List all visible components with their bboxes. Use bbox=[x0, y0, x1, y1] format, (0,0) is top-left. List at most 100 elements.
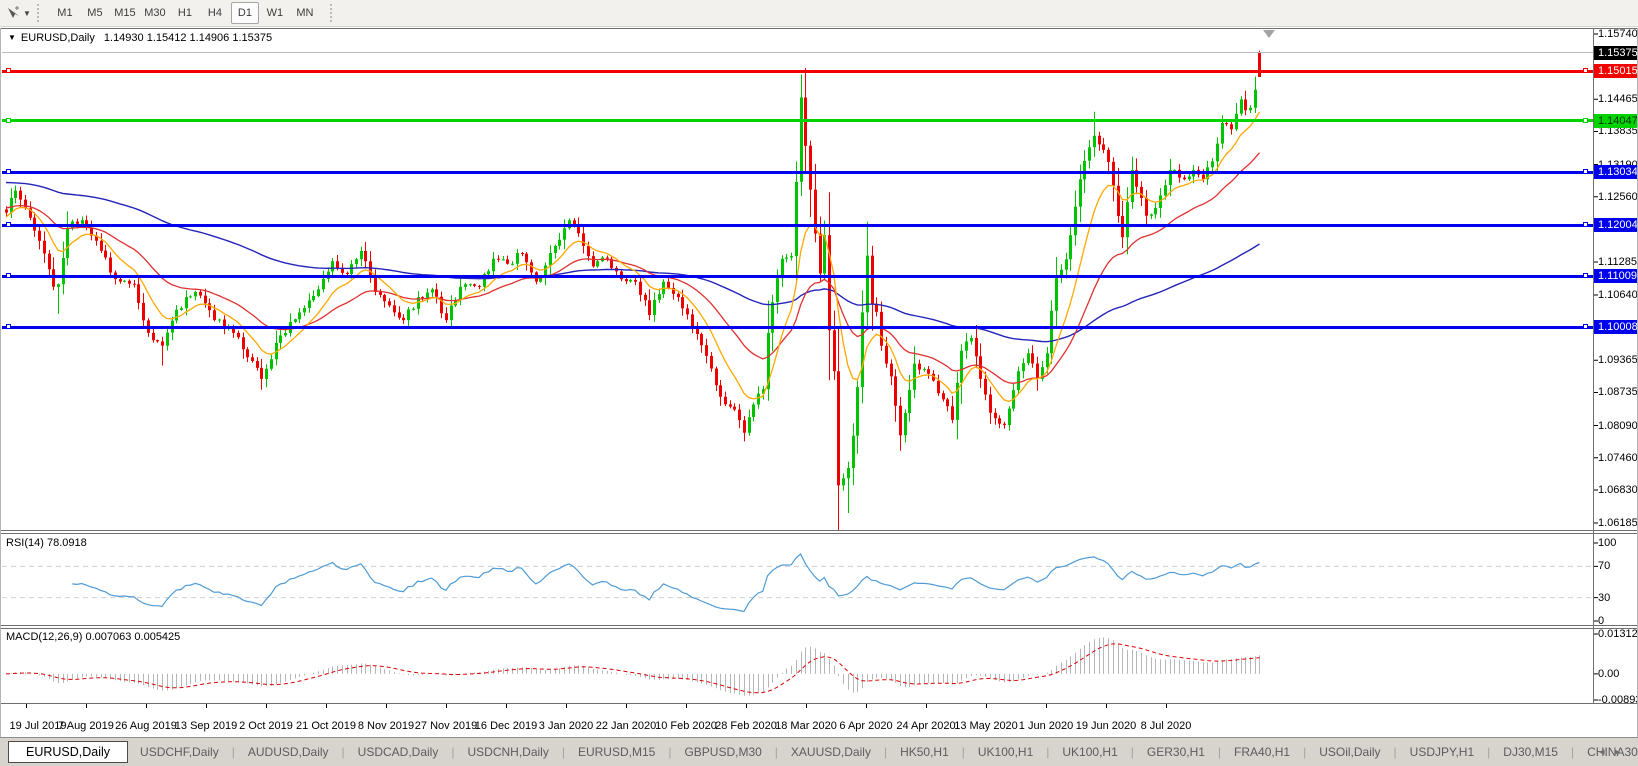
date-axis-label: 7 Aug 2019 bbox=[58, 720, 114, 732]
macd-panel-top-border bbox=[0, 628, 1638, 629]
chart-tab-eurusd-daily[interactable]: EURUSD,Daily bbox=[8, 741, 129, 763]
price-axis-label: 1.06185 bbox=[1598, 517, 1638, 529]
chart-tab-usdchf-daily[interactable]: USDCHF,Daily bbox=[128, 742, 231, 762]
date-axis-label: 13 Sep 2019 bbox=[174, 720, 238, 732]
collapse-indicator-icon[interactable]: ▼ bbox=[8, 33, 16, 42]
chart-symbol-label: EURUSD,Daily bbox=[20, 32, 95, 44]
hline-right-handle[interactable] bbox=[1583, 169, 1588, 175]
chart-top-border bbox=[0, 28, 1638, 29]
horizontal-line-1.12004[interactable] bbox=[2, 223, 1593, 227]
price-axis-label: 1.08090 bbox=[1598, 419, 1638, 432]
date-axis-label: 24 Apr 2020 bbox=[896, 720, 956, 732]
price-axis-label: 1.15740 bbox=[1598, 28, 1638, 40]
price-axis-label: 1.14465 bbox=[1598, 93, 1638, 106]
date-axis-label: 21 Oct 2019 bbox=[296, 720, 356, 732]
chart-tab-hk50-h1[interactable]: HK50,H1 bbox=[888, 742, 961, 762]
chart-tab-dj30-m15[interactable]: DJ30,M15 bbox=[1491, 742, 1570, 762]
price-level-badge: 1.12004 bbox=[1594, 218, 1638, 233]
date-axis-label: 26 Aug 2019 bbox=[115, 720, 177, 732]
bull-candle-wicks bbox=[11, 74, 1256, 513]
date-axis-label: 10 Feb 2020 bbox=[655, 720, 717, 732]
chart-tab-usdcad-daily[interactable]: USDCAD,Daily bbox=[346, 742, 451, 762]
price-level-badge: 1.14047 bbox=[1594, 113, 1638, 128]
date-axis-label: 18 Mar 2020 bbox=[775, 720, 837, 732]
price-level-badge: 1.13034 bbox=[1594, 165, 1638, 180]
horizontal-line-1.10008[interactable] bbox=[2, 325, 1593, 329]
bid-price-badge: 1.15375 bbox=[1594, 45, 1638, 60]
date-axis-label: 3 Jan 2020 bbox=[538, 720, 594, 732]
chart-tab-xauusd-daily[interactable]: XAUUSD,Daily bbox=[779, 742, 883, 762]
chart-tab-usdjpy-h1[interactable]: USDJPY,H1 bbox=[1398, 742, 1486, 762]
price-axis-label: 1.09365 bbox=[1598, 354, 1638, 367]
chart-tab-audusd-daily[interactable]: AUDUSD,Daily bbox=[236, 742, 341, 762]
price-axis-label: 1.06830 bbox=[1598, 483, 1638, 496]
date-axis-label: 28 Feb 2020 bbox=[715, 720, 777, 732]
chart-title: ▼ EURUSD,Daily 1.14930 1.15412 1.14906 1.1… bbox=[8, 32, 272, 44]
date-axis-label: 19 Jun 2020 bbox=[1075, 720, 1137, 732]
macd-axis-label: 0.00 bbox=[1598, 667, 1620, 680]
date-axis-label: 8 Jul 2020 bbox=[1140, 720, 1192, 732]
chart-tab-eurusd-m15[interactable]: EURUSD,M15 bbox=[566, 742, 667, 762]
price-axis-label: 1.10640 bbox=[1598, 289, 1638, 301]
hline-left-handle[interactable] bbox=[6, 68, 11, 74]
main-rsi-separator[interactable] bbox=[0, 530, 1638, 531]
price-chart-canvas[interactable] bbox=[0, 0, 1638, 766]
price-axis-label: 1.12560 bbox=[1598, 190, 1638, 203]
hline-left-handle[interactable] bbox=[6, 117, 11, 123]
macd-axis-label: 0.013121 bbox=[1598, 628, 1638, 640]
rsi-macd-separator[interactable] bbox=[0, 625, 1638, 626]
horizontal-line-1.15015[interactable] bbox=[2, 69, 1593, 73]
chart-ohlc-values: 1.14930 1.15412 1.14906 1.15375 bbox=[103, 32, 273, 44]
window-left-border bbox=[0, 28, 1, 737]
chart-tab-fra40-h1[interactable]: FRA40,H1 bbox=[1222, 742, 1302, 762]
hline-left-handle[interactable] bbox=[6, 324, 11, 330]
chart-tab-usoil-daily[interactable]: USOil,Daily bbox=[1307, 742, 1392, 762]
tab-scroll-right-icon[interactable]: ▸ bbox=[1614, 746, 1630, 758]
bid-price-line bbox=[2, 52, 1593, 54]
price-level-badge: 1.15015 bbox=[1594, 64, 1638, 79]
hline-left-handle[interactable] bbox=[6, 222, 11, 228]
date-axis-label: 16 Dec 2019 bbox=[474, 720, 538, 732]
hline-right-handle[interactable] bbox=[1583, 324, 1588, 330]
date-axis-label: 1 Jun 2020 bbox=[1018, 720, 1074, 732]
chart-tab-bar: EURUSD,Daily USDCHF,Daily | AUDUSD,Daily | US… bbox=[0, 737, 1638, 766]
chart-shift-marker-icon[interactable] bbox=[1263, 30, 1275, 38]
rsi-axis-label: 30 bbox=[1598, 591, 1611, 604]
date-axis-label: 27 Nov 2019 bbox=[414, 720, 478, 732]
price-axis-label: 1.08735 bbox=[1598, 386, 1638, 399]
chart-tab-gbpusd-m30[interactable]: GBPUSD,M30 bbox=[672, 742, 773, 762]
rsi-panel-top-border bbox=[0, 533, 1638, 534]
price-level-badge: 1.11009 bbox=[1594, 269, 1638, 284]
rsi-axis-label: 70 bbox=[1598, 560, 1611, 573]
hline-right-handle[interactable] bbox=[1583, 68, 1588, 74]
hline-left-handle[interactable] bbox=[6, 169, 11, 175]
horizontal-line-1.14047[interactable] bbox=[2, 119, 1593, 123]
chart-tab-uk100-h1[interactable]: UK100,H1 bbox=[966, 742, 1045, 762]
price-axis-label: 1.07460 bbox=[1598, 451, 1638, 464]
chart-tab-uk100-h1[interactable]: UK100,H1 bbox=[1050, 742, 1129, 762]
horizontal-line-1.13034[interactable] bbox=[2, 170, 1593, 174]
hline-right-handle[interactable] bbox=[1583, 117, 1588, 123]
rsi-line bbox=[72, 553, 1260, 613]
ma-mid-line bbox=[5, 152, 1260, 384]
bear-candle-bodies bbox=[5, 52, 1261, 486]
date-axis-label: 22 Jan 2020 bbox=[595, 720, 657, 732]
date-axis-label: 13 May 2020 bbox=[954, 720, 1018, 732]
ma-slow-line bbox=[5, 181, 1260, 343]
macd-signal-line bbox=[5, 643, 1260, 694]
bull-candle-bodies bbox=[10, 89, 1257, 486]
macd-indicator-label: MACD(12,26,9) 0.007063 0.005425 bbox=[6, 631, 181, 643]
date-axis-label: 8 Nov 2019 bbox=[357, 720, 415, 732]
macd-histogram bbox=[11, 637, 1260, 696]
rsi-level-lines bbox=[2, 565, 1593, 599]
mt4-window: ▼ M1 M5 M15 M30 H1 H4 D1 W1 MN 1.15740 1… bbox=[0, 0, 1638, 766]
hline-right-handle[interactable] bbox=[1583, 273, 1588, 279]
chart-tab-usdcnh-daily[interactable]: USDCNH,Daily bbox=[455, 742, 560, 762]
horizontal-line-1.11009[interactable] bbox=[2, 274, 1593, 278]
chart-tab-ger30-h1[interactable]: GER30,H1 bbox=[1135, 742, 1217, 762]
hline-left-handle[interactable] bbox=[6, 273, 11, 279]
tab-scroll-left-icon[interactable]: ◂ bbox=[1599, 746, 1615, 758]
price-axis-line bbox=[1593, 28, 1594, 704]
macd-axis-label: -0.008933 bbox=[1598, 694, 1638, 706]
hline-right-handle[interactable] bbox=[1583, 222, 1588, 228]
